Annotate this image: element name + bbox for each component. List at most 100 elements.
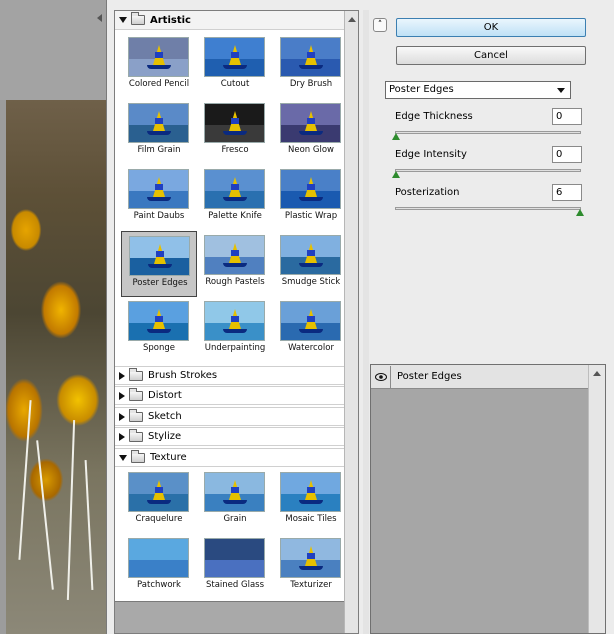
folder-icon: [131, 449, 145, 463]
sail-stripe: [231, 184, 239, 190]
collapse-left-arrow-icon[interactable]: [97, 14, 102, 22]
sail-stripe: [307, 184, 315, 190]
category-sketch[interactable]: Sketch: [115, 407, 345, 426]
thumb-sky: [129, 539, 188, 560]
filter-preview-image: [204, 169, 265, 209]
cancel-button[interactable]: Cancel: [396, 46, 586, 65]
eye-icon[interactable]: [371, 365, 391, 388]
sail-stripe: [155, 118, 163, 124]
boat-hull: [223, 131, 247, 135]
boat-hull: [147, 329, 171, 333]
filter-thumb-fresco[interactable]: Fresco: [197, 99, 273, 165]
filter-thumb-stained-glass[interactable]: Stained Glass: [197, 534, 273, 600]
filter-thumb-patchwork[interactable]: Patchwork: [121, 534, 197, 600]
expand-triangle-icon[interactable]: [119, 17, 127, 23]
edge-intensity-label: Edge Intensity: [395, 149, 467, 160]
expand-triangle-icon[interactable]: [119, 432, 125, 441]
filter-thumb-label: Patchwork: [137, 580, 181, 590]
thumb-sea: [129, 559, 188, 577]
folder-icon: [129, 408, 143, 422]
slider-knob[interactable]: [392, 133, 400, 140]
posterization-slider[interactable]: [395, 207, 584, 216]
collapse-gallery-button[interactable]: ˄: [373, 18, 387, 32]
slider-knob[interactable]: [392, 171, 400, 178]
sail-stripe: [156, 251, 164, 257]
edge-intensity-input[interactable]: 0: [552, 146, 582, 163]
filter-settings-panel: ˄ OK Cancel Poster Edges Edge Thickness …: [373, 10, 605, 350]
filter-thumb-colored-pencil[interactable]: Colored Pencil: [121, 33, 197, 99]
boat-hull: [299, 566, 323, 570]
posterization-input[interactable]: 6: [552, 184, 582, 201]
category-stylize[interactable]: Stylize: [115, 427, 345, 446]
sail-stripe: [307, 487, 315, 493]
sail-stripe: [307, 250, 315, 256]
sail-stripe: [307, 553, 315, 559]
filter-thumb-texturizer[interactable]: Texturizer: [273, 534, 349, 600]
filter-thumb-mosaic-tiles[interactable]: Mosaic Tiles: [273, 468, 349, 534]
panel-divider[interactable]: [363, 10, 369, 634]
filter-thumb-label: Underpainting: [204, 343, 266, 353]
filter-thumb-smudge-stick[interactable]: Smudge Stick: [273, 231, 349, 297]
slider-knob[interactable]: [576, 209, 584, 216]
filter-thumb-film-grain[interactable]: Film Grain: [121, 99, 197, 165]
filter-thumb-rough-pastels[interactable]: Rough Pastels: [197, 231, 273, 297]
expand-triangle-icon[interactable]: [119, 412, 125, 421]
scroll-up-arrow-icon[interactable]: [593, 371, 601, 376]
scroll-up-arrow-icon[interactable]: [348, 17, 356, 22]
filter-select[interactable]: Poster Edges: [385, 81, 571, 99]
effect-layers-panel: Poster Edges: [370, 364, 606, 634]
filter-thumb-cutout[interactable]: Cutout: [197, 33, 273, 99]
filter-thumb-watercolor[interactable]: Watercolor: [273, 297, 349, 363]
boat-hull: [299, 65, 323, 69]
filter-thumb-sponge[interactable]: Sponge: [121, 297, 197, 363]
filter-preview-image: [280, 169, 341, 209]
sail-stripe: [231, 487, 239, 493]
category-artistic[interactable]: Artistic: [115, 11, 345, 30]
layers-scrollbar[interactable]: [588, 365, 605, 633]
boat-hull: [148, 264, 172, 268]
filter-thumb-poster-edges[interactable]: Poster Edges: [121, 231, 197, 297]
effect-layer-name: Poster Edges: [397, 371, 462, 382]
filter-thumb-plastic-wrap[interactable]: Plastic Wrap: [273, 165, 349, 231]
expand-triangle-icon[interactable]: [119, 454, 127, 461]
category-texture[interactable]: Texture: [115, 448, 345, 467]
expand-triangle-icon[interactable]: [119, 391, 125, 400]
preview-scroll-area[interactable]: [0, 0, 106, 100]
filter-thumb-neon-glow[interactable]: Neon Glow: [273, 99, 349, 165]
filter-preview-image: [128, 37, 189, 77]
filter-select-value: Poster Edges: [389, 84, 454, 95]
ok-button[interactable]: OK: [396, 18, 586, 37]
edge-thickness-input[interactable]: 0: [552, 108, 582, 125]
expand-triangle-icon[interactable]: [119, 371, 125, 380]
boat-hull: [223, 197, 247, 201]
boat-hull: [299, 500, 323, 504]
category-label: Texture: [150, 452, 187, 463]
sail-stripe: [155, 184, 163, 190]
gallery-scrollbar[interactable]: [344, 11, 358, 633]
boat-hull: [223, 329, 247, 333]
edge-thickness-slider[interactable]: [392, 131, 581, 140]
filter-preview-image: [204, 472, 265, 512]
filter-thumb-paint-daubs[interactable]: Paint Daubs: [121, 165, 197, 231]
filter-thumb-label: Colored Pencil: [128, 79, 190, 89]
sail-stripe: [155, 316, 163, 322]
filter-preview-image: [280, 301, 341, 341]
edge-intensity-slider[interactable]: [392, 169, 581, 178]
gallery-bottom-bar: [115, 601, 345, 633]
filter-thumb-underpainting[interactable]: Underpainting: [197, 297, 273, 363]
effect-layer-row[interactable]: Poster Edges: [371, 365, 589, 389]
category-distort[interactable]: Distort: [115, 386, 345, 405]
category-brush-strokes[interactable]: Brush Strokes: [115, 366, 345, 385]
folder-icon: [129, 367, 143, 381]
category-label: Artistic: [150, 14, 191, 26]
filter-thumb-grain[interactable]: Grain: [197, 468, 273, 534]
filter-thumb-craquelure[interactable]: Craquelure: [121, 468, 197, 534]
filter-preview-image: [204, 235, 265, 275]
filter-thumb-palette-knife[interactable]: Palette Knife: [197, 165, 273, 231]
filter-preview-image: [204, 103, 265, 143]
image-preview[interactable]: [0, 0, 107, 634]
filter-thumb-dry-brush[interactable]: Dry Brush: [273, 33, 349, 99]
tree-trunk: [36, 440, 54, 590]
dropdown-caret-icon[interactable]: [557, 88, 565, 93]
filter-preview-image: [128, 169, 189, 209]
